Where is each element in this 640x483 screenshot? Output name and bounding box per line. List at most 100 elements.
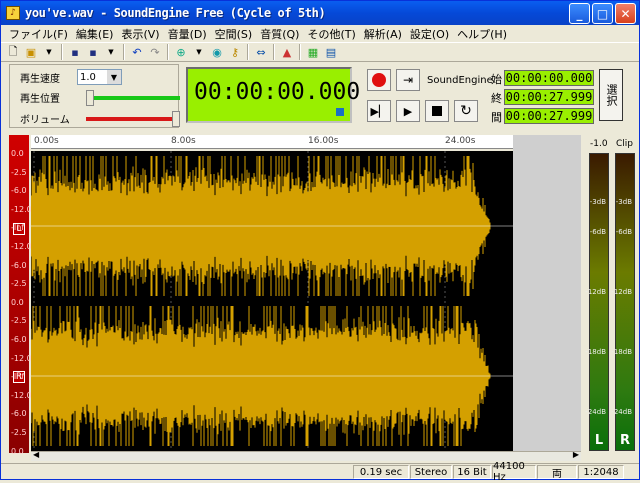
stop-button[interactable]	[425, 100, 449, 122]
menu-file[interactable]: ファイル(F)	[5, 26, 72, 42]
ruler-tick: 0.00s	[34, 136, 59, 146]
status-mode: 両	[537, 465, 577, 480]
undo-icon[interactable]: ↶	[129, 44, 145, 60]
db-mark: -6.0	[11, 186, 27, 196]
db-mark: 0.0	[11, 149, 24, 158]
scroll-right-icon[interactable]: ▶	[573, 450, 579, 459]
ruler-tick: 8.00s	[171, 136, 196, 146]
select-button[interactable]: 選択	[599, 69, 623, 121]
open-folder-icon[interactable]: ▣	[23, 44, 39, 60]
db-scale: L R 0.0 -2.5 -6.0 -12.0 -Inf -12.0 -6.0 -2.5 0.0…	[9, 135, 32, 456]
time-display: 00:00:00.000	[186, 67, 360, 123]
menu-settings[interactable]: 設定(O)	[406, 26, 453, 42]
volume-label: ボリューム	[20, 114, 70, 126]
status-rate: 44100 Hz	[492, 461, 536, 483]
db-mark: 0.0	[11, 446, 24, 456]
key-icon[interactable]: ⚷	[227, 44, 243, 60]
status-bits: 16 Bit	[453, 465, 491, 479]
marker-add-icon[interactable]: ⊕	[173, 44, 189, 60]
start-label: 始	[491, 73, 502, 86]
fit-width-icon[interactable]: ⇔	[253, 44, 269, 60]
minimize-button[interactable]: _	[569, 3, 590, 24]
play-button[interactable]: ▶	[396, 100, 420, 122]
horizontal-scrollbar[interactable]: ◀ ▶	[31, 450, 581, 461]
meter-mark: -12dB	[585, 288, 606, 296]
level-meters: -1.0 Clip -3dB -6dB -12dB -18dB -24dB L …	[585, 135, 638, 453]
ruler-tick: 16.00s	[308, 136, 339, 146]
menu-edit[interactable]: 編集(E)	[72, 26, 118, 42]
start-time[interactable]: 00:00:00.000	[504, 70, 594, 86]
waveform-view[interactable]	[31, 151, 513, 451]
menu-view[interactable]: 表示(V)	[117, 26, 163, 42]
record-icon	[372, 73, 386, 87]
status-indicator-icon	[336, 108, 344, 116]
db-mark: -6.0	[11, 335, 27, 344]
save-dropdown-icon[interactable]: ▼	[103, 44, 119, 60]
play-icon: ▶	[403, 104, 413, 118]
new-file-icon[interactable]: 🗋	[5, 44, 21, 60]
monitor-icon: ⇥	[402, 73, 414, 87]
position-label: 再生位置	[20, 93, 60, 105]
db-mark: 0.0	[11, 297, 24, 307]
play-from-start-icon: ▶▏	[370, 104, 388, 118]
mixer-icon[interactable]: ▤	[323, 44, 339, 60]
status-zoom: 1:2048	[578, 465, 624, 479]
menu-volume[interactable]: 音量(D)	[164, 26, 211, 42]
marker-dropdown-icon[interactable]: ▼	[191, 44, 207, 60]
meter-channel-left: L	[594, 433, 604, 448]
close-button[interactable]: ✕	[615, 3, 636, 24]
marker-icon[interactable]: ◉	[209, 44, 225, 60]
play-from-start-button[interactable]: ▶▏	[367, 100, 391, 122]
volume-slider[interactable]	[86, 111, 180, 127]
speed-select[interactable]: 1.0 ▼	[77, 69, 122, 85]
waveform-graphic	[31, 151, 513, 451]
brand-label: SoundEngine	[427, 75, 493, 86]
meter-mark: -24dB	[585, 408, 606, 416]
time-ruler[interactable]: 0.00s 8.00s 16.00s 24.00s	[31, 135, 513, 149]
end-time[interactable]: 00:00:27.999	[504, 89, 594, 105]
toolbar: 🗋 ▣ ▼ ▪ ▪ ▼ ↶ ↷ ⊕ ▼ ◉ ⚷ ⇔ ▲ ▦ ▤	[1, 42, 639, 62]
db-mark: -2.5	[11, 316, 27, 326]
length-label: 間	[491, 111, 502, 124]
db-mark: -2.5	[11, 167, 27, 177]
left-level-meter: -3dB -6dB -12dB -18dB -24dB L	[585, 153, 609, 451]
meter-mark: -3dB	[615, 198, 632, 206]
menu-quality[interactable]: 音質(Q)	[256, 26, 303, 42]
analyze-icon[interactable]: ▲	[279, 44, 295, 60]
db-mark: -6.0	[11, 409, 27, 419]
waveform-empty-area	[513, 135, 581, 451]
db-mark: -12.0	[11, 204, 32, 214]
spectrum-icon[interactable]: ▦	[305, 44, 321, 60]
record-button[interactable]	[367, 69, 391, 91]
menu-bar: ファイル(F) 編集(E) 表示(V) 音量(D) 空間(S) 音質(Q) その…	[1, 25, 639, 42]
menu-analysis[interactable]: 解析(A)	[360, 26, 406, 42]
menu-help[interactable]: ヘルプ(H)	[453, 26, 511, 42]
save-icon[interactable]: ▪	[67, 44, 83, 60]
menu-space[interactable]: 空間(S)	[211, 26, 257, 42]
menu-other[interactable]: その他(T)	[303, 26, 359, 42]
position-slider[interactable]	[86, 90, 180, 106]
meter-channel-right: R	[619, 433, 630, 448]
volume-slider-thumb[interactable]	[172, 111, 180, 127]
loop-icon: ↻	[460, 103, 472, 119]
meter-clip-label: Clip	[616, 139, 633, 149]
save-as-icon[interactable]: ▪	[85, 44, 101, 60]
status-channels: Stereo	[410, 465, 452, 479]
monitor-button[interactable]: ⇥	[396, 69, 420, 91]
db-mark: -2.5	[11, 279, 27, 289]
meter-mark: -3dB	[589, 198, 606, 206]
db-mark: -12.0	[11, 242, 32, 251]
chevron-down-icon[interactable]: ▼	[107, 70, 121, 84]
redo-icon[interactable]: ↷	[147, 44, 163, 60]
scroll-left-icon[interactable]: ◀	[33, 450, 39, 459]
length-time[interactable]: 00:00:27.999	[504, 108, 594, 124]
meter-peak-label: -1.0	[590, 139, 608, 149]
db-mark: -6.0	[11, 260, 27, 270]
position-slider-thumb[interactable]	[86, 90, 94, 106]
maximize-button[interactable]: □	[592, 3, 613, 24]
open-dropdown-icon[interactable]: ▼	[41, 44, 57, 60]
meter-mark: -18dB	[585, 348, 606, 356]
meter-mark: -24dB	[611, 408, 632, 416]
loop-button[interactable]: ↻	[454, 100, 478, 122]
current-time: 00:00:00.000	[194, 79, 361, 105]
